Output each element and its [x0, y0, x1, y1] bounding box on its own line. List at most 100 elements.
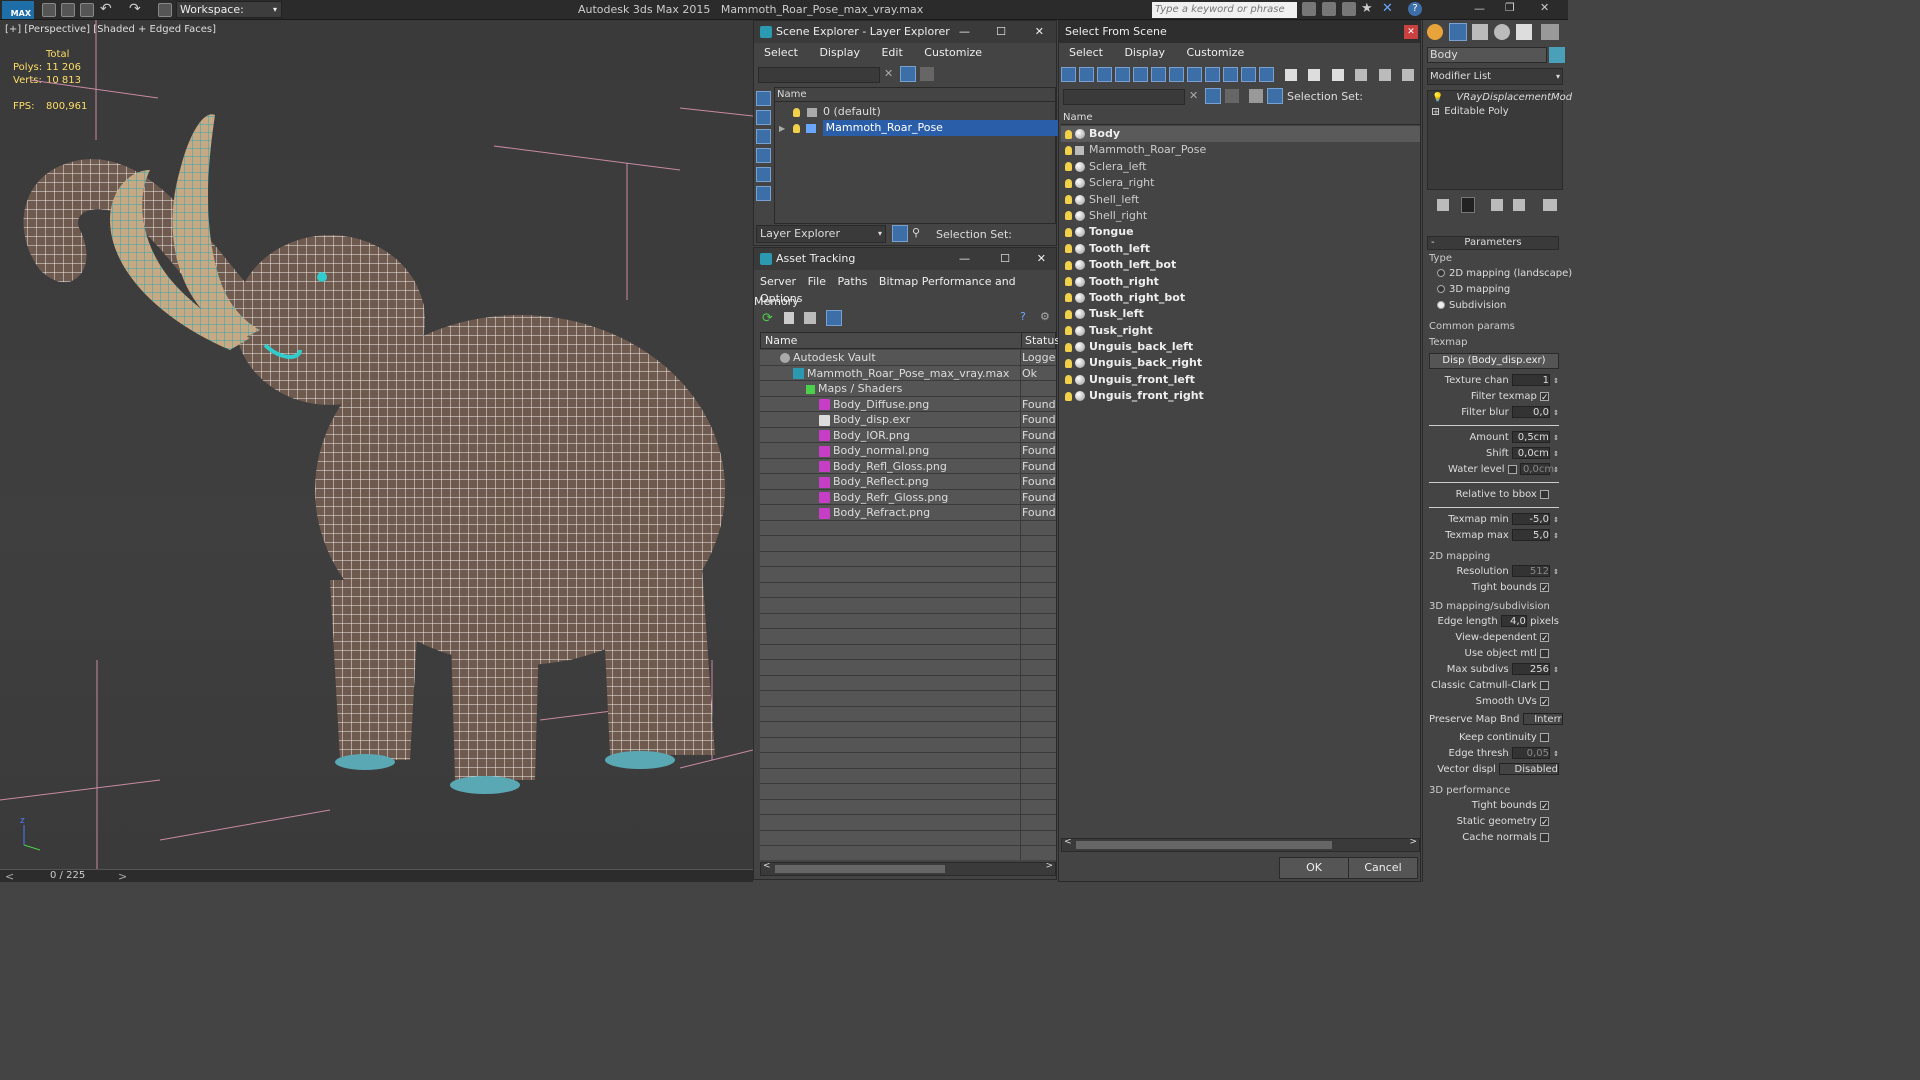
asset-row[interactable]: Body_Reflect.png Found: [760, 474, 1056, 490]
help-icon[interactable]: ?: [1408, 2, 1422, 16]
display-bones-icon[interactable]: [1205, 67, 1220, 82]
se-display-lights-icon[interactable]: [756, 129, 771, 144]
light-bulb-icon[interactable]: [1065, 323, 1072, 339]
spinner-arrows-icon[interactable]: ⇕: [1553, 450, 1559, 458]
hierarchy-filter-icon[interactable]: [1378, 68, 1391, 81]
sfs-hierarchy-icon[interactable]: [1267, 88, 1283, 104]
se-menu-customize[interactable]: Customize: [924, 46, 982, 59]
max-subdivs-spinner[interactable]: 256: [1511, 663, 1550, 675]
filter-blur-spinner[interactable]: 0,0: [1511, 406, 1550, 418]
time-slider[interactable]: < 0 / 225 >: [0, 869, 753, 883]
pin-stack-icon[interactable]: [1437, 199, 1449, 211]
sfs-clear-icon[interactable]: ✕: [1189, 89, 1198, 102]
explorer-type-dropdown[interactable]: Layer Explorer ▾: [756, 225, 886, 243]
sfs-options-icon[interactable]: [1225, 89, 1239, 103]
star-icon[interactable]: ★: [1361, 1, 1373, 16]
sfs-titlebar[interactable]: Select From Scene ✕: [1059, 21, 1420, 43]
asset-row[interactable]: Body_IOR.png Found: [760, 428, 1056, 443]
se-find-input[interactable]: [758, 67, 880, 83]
object-name-input[interactable]: Body: [1427, 47, 1547, 63]
classic-catmull-checkbox[interactable]: [1540, 680, 1549, 690]
asset-row[interactable]: Body_Refr_Gloss.png Found: [760, 490, 1056, 505]
at-col-status[interactable]: Status: [1025, 333, 1060, 348]
spinner-arrows-icon[interactable]: ⇕: [1553, 516, 1559, 524]
object-row[interactable]: Body: [1061, 126, 1420, 143]
table-view-icon[interactable]: [826, 310, 842, 326]
se-options-icon[interactable]: [920, 67, 934, 81]
parameters-rollout-header[interactable]: - Parameters: [1427, 236, 1559, 250]
object-row[interactable]: Tooth_right: [1061, 274, 1420, 290]
display-containers-icon[interactable]: [1223, 67, 1238, 82]
light-bulb-icon[interactable]: [1065, 388, 1072, 404]
binoculars-icon[interactable]: [1302, 2, 1316, 16]
hierarchy-icon[interactable]: ⚲: [912, 226, 920, 239]
light-bulb-icon[interactable]: [1065, 192, 1072, 208]
edge-length-spinner[interactable]: 4,0: [1500, 615, 1527, 627]
select-none-icon[interactable]: [1308, 68, 1320, 81]
select-invert-icon[interactable]: [1331, 68, 1344, 81]
asset-row[interactable]: Body_Diffuse.png Found: [760, 397, 1056, 412]
object-row[interactable]: Unguis_back_right: [1061, 355, 1420, 371]
relative-bbox-checkbox[interactable]: [1540, 489, 1549, 499]
light-bulb-icon[interactable]: [1065, 224, 1072, 240]
tight-bounds-2-checkbox[interactable]: [1540, 799, 1549, 815]
ok-button[interactable]: OK: [1279, 857, 1349, 879]
spinner-arrows-icon[interactable]: ⇕: [1553, 409, 1559, 417]
modifier-list-dropdown[interactable]: Modifier List ▾: [1427, 68, 1563, 85]
save-icon[interactable]: [80, 3, 94, 17]
asset-row[interactable]: Body_Refract.png Found: [760, 505, 1056, 521]
object-row[interactable]: Tusk_right: [1061, 323, 1420, 339]
se-filter-icon[interactable]: [900, 66, 916, 82]
light-bulb-icon[interactable]: [1065, 159, 1072, 175]
display-frozen-icon[interactable]: [1241, 67, 1256, 82]
sfs-horizontal-scrollbar[interactable]: < >: [1061, 837, 1420, 852]
asset-row[interactable]: Body_disp.exr Found: [760, 412, 1056, 428]
type-option-3d[interactable]: 3D mapping: [1429, 282, 1559, 298]
scroll-left-arrow-icon[interactable]: <: [763, 861, 771, 871]
refresh-icon[interactable]: ⟳: [762, 311, 773, 326]
utilities-tab-icon[interactable]: [1541, 24, 1559, 40]
display-helpers-icon[interactable]: [1133, 67, 1148, 82]
light-bulb-icon[interactable]: [1065, 175, 1072, 191]
se-display-spacewarps-icon[interactable]: [756, 186, 771, 201]
use-object-mtl-checkbox[interactable]: [1540, 648, 1549, 658]
workspace-dropdown[interactable]: Workspace: Default▾: [176, 1, 282, 31]
select-all-icon[interactable]: [1284, 68, 1297, 81]
resolution-spinner[interactable]: 512: [1511, 565, 1550, 577]
layer-row-default[interactable]: 0 (default): [775, 104, 1055, 120]
cancel-button[interactable]: Cancel: [1348, 857, 1418, 879]
modify-tab-icon[interactable]: [1449, 23, 1467, 41]
stack-item-vray-displacement[interactable]: 💡 VRayDisplacementMod: [1428, 91, 1572, 105]
object-row[interactable]: Tooth_left_bot: [1061, 257, 1420, 273]
at-menu-options[interactable]: Options: [760, 292, 802, 305]
at-menu-paths[interactable]: Paths: [838, 275, 868, 288]
object-row[interactable]: Unguis_back_left: [1061, 339, 1420, 355]
object-row[interactable]: Shell_left: [1061, 192, 1420, 208]
at-settings-icon[interactable]: ⚙: [1040, 310, 1050, 323]
subscription-icon[interactable]: [1342, 2, 1356, 16]
scroll-thumb[interactable]: [775, 865, 945, 873]
se-maximize-button[interactable]: ☐: [996, 21, 1006, 43]
light-bulb-icon[interactable]: [1065, 241, 1072, 257]
close-button[interactable]: ✕: [1540, 1, 1549, 14]
light-bulb-icon[interactable]: [1065, 126, 1072, 142]
vector-displ-dropdown[interactable]: Disabled: [1499, 763, 1559, 775]
display-lights-icon[interactable]: [1097, 67, 1112, 82]
object-row[interactable]: Tusk_left: [1061, 306, 1420, 322]
at-minimize-button[interactable]: —: [959, 248, 970, 270]
preserve-map-dropdown[interactable]: Interr: [1522, 713, 1563, 725]
time-prev-button[interactable]: <: [5, 870, 14, 883]
at-horizontal-scrollbar[interactable]: < >: [760, 861, 1056, 876]
light-bulb-icon[interactable]: [793, 107, 800, 117]
se-menu-edit[interactable]: Edit: [881, 46, 902, 59]
time-next-button[interactable]: >: [118, 870, 127, 883]
show-end-result-icon[interactable]: [1461, 197, 1475, 213]
display-spacewarps-icon[interactable]: [1151, 67, 1166, 82]
spinner-arrows-icon[interactable]: ⇕: [1553, 434, 1559, 442]
mammoth-model[interactable]: [23, 114, 725, 794]
se-minimize-button[interactable]: —: [959, 21, 970, 43]
display-tab-icon[interactable]: [1516, 24, 1532, 40]
search-input[interactable]: Type a keyword or phrase: [1152, 2, 1297, 18]
sfs-name-column-header[interactable]: Name: [1061, 111, 1420, 125]
tools-icon[interactable]: [1322, 2, 1336, 16]
